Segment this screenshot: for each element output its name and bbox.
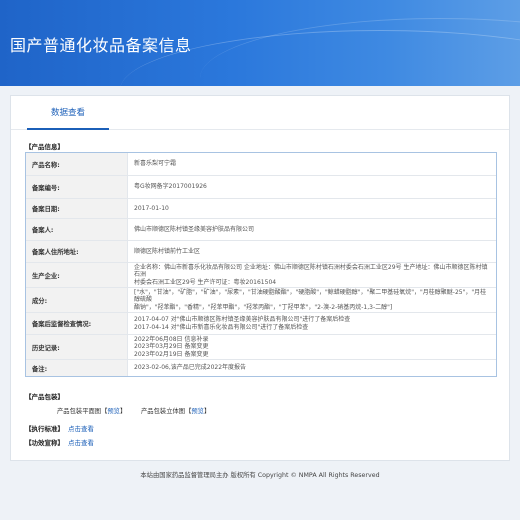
table-row: 历史记录: 2022年06月08日 信息补录 2023年03月29日 备案变更 … [26, 335, 496, 360]
execution-standard-link[interactable]: 点击查看 [68, 425, 94, 433]
value-line: 佛山市顺德区陈村镇圣缘美容护肤品有限公司 [134, 225, 255, 233]
banner-decoration [200, 18, 520, 86]
row-label: 备案日期: [26, 199, 128, 218]
row-label: 生产企业: [26, 263, 128, 287]
efficacy-claim-title: 【功效宣称】 [25, 439, 64, 447]
footer-copyright: 本站由国家药品监督管理局主办 版权所有 Copyright © NMPA All… [140, 472, 380, 479]
row-value: 佛山市顺德区陈村镇圣缘美容护肤品有限公司 [128, 219, 496, 240]
row-value: 顺德区陈村镇前竹工业区 [128, 241, 496, 262]
product-info-table: 产品名称: 新喜乐梨可宁霜 备案编号: 粤G妆网备字2017001926 备案日… [25, 152, 497, 377]
value-line: 2017-01-10 [134, 204, 169, 212]
row-label: 备注: [26, 360, 128, 376]
table-row: 成分: ["水"，"甘油"，"矿脂"，"矿油"，"尿素"，"甘油硬脂酸酯"，"硬… [26, 288, 496, 313]
row-label: 备案人住所地址: [26, 241, 128, 262]
table-row: 备注: 2023-02-06,该产品已完成2022年度报告 [26, 360, 496, 376]
efficacy-claim-link[interactable]: 点击查看 [68, 439, 94, 447]
package-stereo-preview-link[interactable]: 预览 [191, 408, 204, 415]
value-line: 2017-04-07 对"佛山市顺德区陈村镇圣缘美容护肤品有限公司"进行了备案后… [134, 315, 351, 323]
tab-bar: 数据查看 [11, 96, 509, 130]
header-banner: 国产普通化妆品备案信息 [0, 0, 520, 86]
table-row: 备案人: 佛山市顺德区陈村镇圣缘美容护肤品有限公司 [26, 219, 496, 241]
value-line: 粤G妆网备字2017001926 [134, 183, 207, 191]
row-value: 2023-02-06,该产品已完成2022年度报告 [128, 360, 496, 376]
product-package-title: 【产品包装】 [25, 393, 64, 401]
row-label: 成分: [26, 288, 128, 312]
value-line: 新喜乐梨可宁霜 [134, 160, 177, 168]
tab-data-view[interactable]: 数据查看 [27, 96, 109, 130]
value-line: 顺德区陈村镇前竹工业区 [134, 247, 201, 255]
value-line: 2017-04-14 对"佛山市新喜乐化妆品有限公司"进行了备案后检查 [134, 323, 309, 331]
row-value: 粤G妆网备字2017001926 [128, 176, 496, 198]
value-line: ["水"，"甘油"，"矿脂"，"矿油"，"尿素"，"甘油硬脂酸酯"，"硬脂酸"，… [134, 288, 487, 304]
package-flat-item: 产品包装平面图【预览】 [57, 408, 127, 415]
table-row: 生产企业: 企业名称：佛山市新喜乐化妆品有限公司 企业地址：佛山市顺德区陈村镇石… [26, 263, 496, 288]
value-line: 企业名称：佛山市新喜乐化妆品有限公司 企业地址：佛山市顺德区陈村镇石洲村委会石洲… [134, 263, 488, 279]
row-value: 2022年06月08日 信息补录 2023年03月29日 备案变更 2023年0… [128, 335, 496, 359]
package-flat-preview-link[interactable]: 预览 [107, 408, 120, 415]
table-row: 备案编号: 粤G妆网备字2017001926 [26, 176, 496, 199]
row-label: 产品名称: [26, 153, 128, 175]
row-label: 备案后监督检查情况: [26, 313, 128, 334]
table-row: 产品名称: 新喜乐梨可宁霜 [26, 153, 496, 176]
package-flat-label: 产品包装平面图 [57, 408, 102, 415]
package-stereo-item: 产品包装立体图【预览】 [141, 408, 211, 415]
value-line: 2023年03月29日 备案变更 [134, 343, 209, 351]
execution-standard-title: 【执行标准】 [25, 425, 64, 433]
row-value: 企业名称：佛山市新喜乐化妆品有限公司 企业地址：佛山市顺德区陈村镇石洲村委会石洲… [128, 263, 496, 287]
value-line: 2023年02月19日 备案变更 [134, 350, 209, 358]
row-label: 历史记录: [26, 335, 128, 359]
row-label: 备案人: [26, 219, 128, 240]
page-title: 国产普通化妆品备案信息 [10, 36, 192, 55]
product-info-title: 【产品信息】 [25, 143, 64, 151]
value-line: 2023-02-06,该产品已完成2022年度报告 [134, 364, 247, 372]
row-value: 2017-01-10 [128, 199, 496, 218]
value-line: 酯钠"，"羟苯酯"，"香精"，"羟苯甲酯"，"羟苯丙酯"，"丁羟甲苯"，"2-溴… [134, 303, 393, 311]
efficacy-claim-item: 【功效宣称】 点击查看 [25, 437, 94, 447]
row-value: 新喜乐梨可宁霜 [128, 153, 496, 175]
package-stereo-label: 产品包装立体图 [141, 408, 186, 415]
content-panel: 数据查看 【产品信息】 产品名称: 新喜乐梨可宁霜 备案编号: 粤G妆网备字20… [10, 95, 510, 461]
row-label: 备案编号: [26, 176, 128, 198]
row-value: ["水"，"甘油"，"矿脂"，"矿油"，"尿素"，"甘油硬脂酸酯"，"硬脂酸"，… [128, 288, 496, 312]
row-value: 2017-04-07 对"佛山市顺德区陈村镇圣缘美容护肤品有限公司"进行了备案后… [128, 313, 496, 334]
table-row: 备案后监督检查情况: 2017-04-07 对"佛山市顺德区陈村镇圣缘美容护肤品… [26, 313, 496, 335]
value-line: 村委会石洲工业区29号 生产许可证：粤妆20161504 [134, 278, 277, 286]
execution-standard-item: 【执行标准】 点击查看 [25, 423, 94, 433]
table-row: 备案日期: 2017-01-10 [26, 199, 496, 219]
table-row: 备案人住所地址: 顺德区陈村镇前竹工业区 [26, 241, 496, 263]
